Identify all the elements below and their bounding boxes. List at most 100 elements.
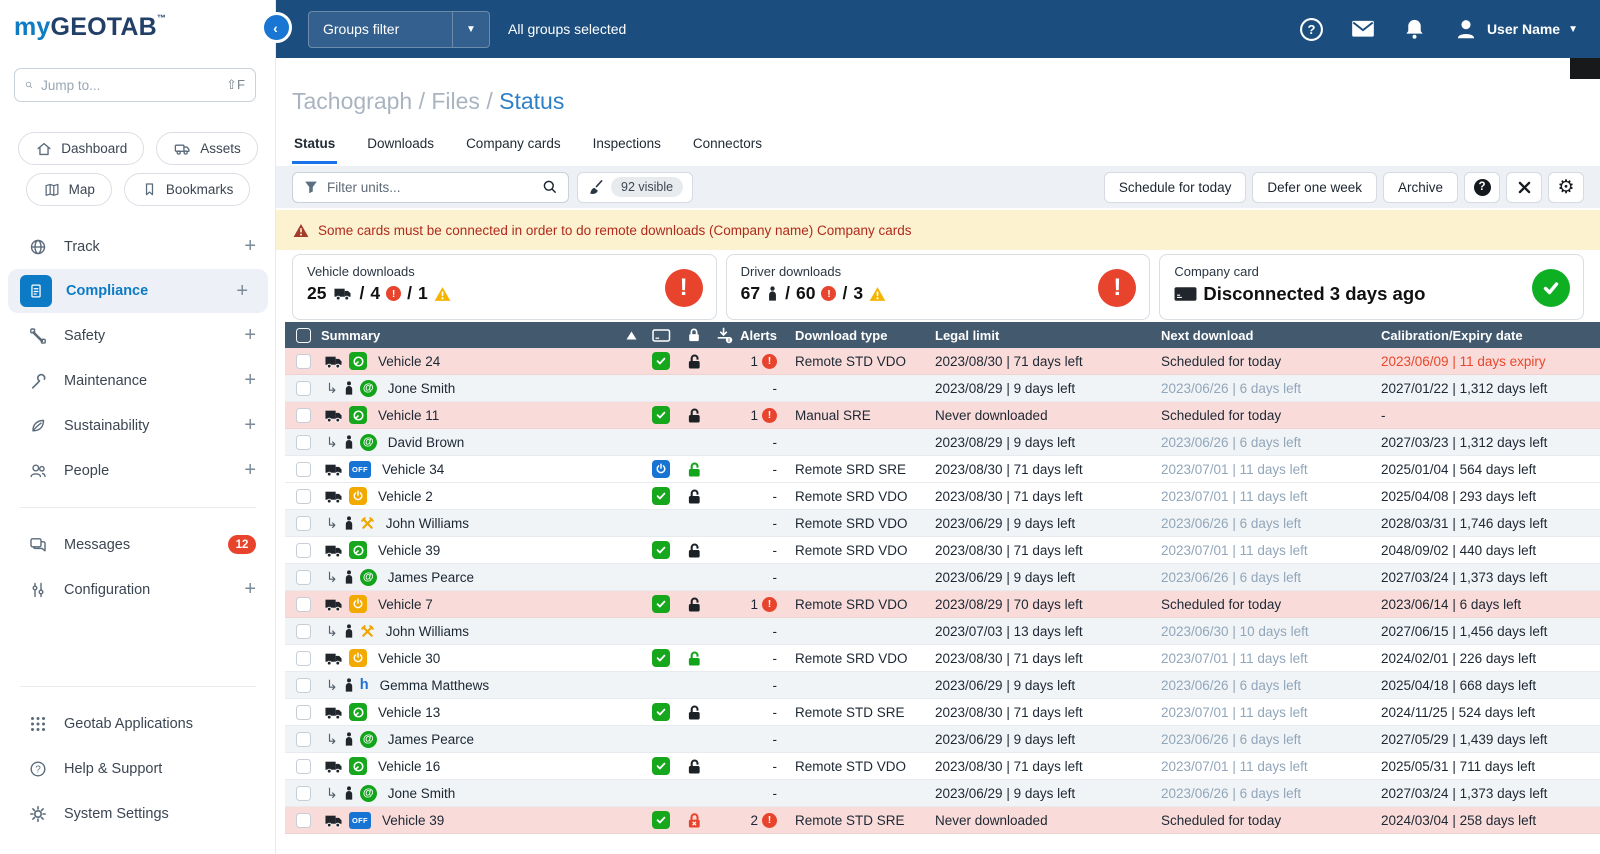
table-row[interactable]: ↳ John Williams - Remote SRD VDO 2023/06… [285, 510, 1600, 537]
tab-downloads[interactable]: Downloads [365, 132, 436, 164]
sidebar-collapse-button[interactable]: ‹ [261, 12, 292, 43]
schedule-for-today-button[interactable]: Schedule for today [1103, 171, 1247, 203]
row-checkbox[interactable] [295, 461, 311, 477]
select-all-checkbox[interactable] [295, 327, 311, 343]
tab-connectors[interactable]: Connectors [691, 132, 764, 164]
row-checkbox[interactable] [295, 677, 311, 693]
map-button[interactable]: Map [25, 173, 112, 206]
tab-company-cards[interactable]: Company cards [464, 132, 563, 164]
row-checkbox[interactable] [295, 785, 311, 801]
defer-one-week-button[interactable]: Defer one week [1252, 171, 1377, 203]
vehicle-downloads-card[interactable]: Vehicle downloads 25 / 4 ! / 1 ! [292, 254, 717, 320]
table-row[interactable]: OFF Vehicle 39 2! Remote STD SRE Never d… [285, 807, 1600, 834]
row-checkbox[interactable] [295, 569, 311, 585]
row-checkbox[interactable] [295, 758, 311, 774]
tab-inspections[interactable]: Inspections [591, 132, 663, 164]
jump-to-input[interactable] [41, 77, 219, 93]
expand-people-icon[interactable]: + [244, 459, 256, 482]
sidebar-item-configuration[interactable]: Configuration + [0, 567, 276, 612]
table-row[interactable]: ↳ @ James Pearce - 2023/06/29 | 9 days le… [285, 726, 1600, 753]
search-icon[interactable] [542, 179, 558, 195]
row-checkbox[interactable] [295, 434, 311, 450]
table-row[interactable]: ↳ @ Jone Smith - 2023/08/29 | 9 days left… [285, 375, 1600, 402]
sidebar-item-compliance[interactable]: Compliance + [8, 269, 268, 313]
sort-asc-icon[interactable] [626, 331, 637, 340]
row-checkbox[interactable] [295, 623, 311, 639]
lock-column-icon[interactable] [687, 327, 701, 343]
mygeotab-logo: myGEOTAB™ [14, 13, 166, 42]
company-card-card[interactable]: Company card Disconnected 3 days ago [1159, 254, 1585, 320]
logo-geotab: GEOTAB [50, 13, 157, 41]
sidebar-item-maintenance[interactable]: Maintenance + [0, 358, 276, 403]
assets-button[interactable]: Assets [156, 132, 258, 165]
row-checkbox[interactable] [295, 515, 311, 531]
bell-icon[interactable] [1402, 17, 1427, 42]
download-column-icon[interactable]: i [716, 327, 733, 344]
sidebar-item-messages[interactable]: Messages 12 [0, 522, 276, 567]
alerts-column-header[interactable]: Alerts [740, 328, 777, 343]
dashboard-button[interactable]: Dashboard [18, 132, 145, 165]
row-checkbox[interactable] [295, 542, 311, 558]
sidebar-item-help-support[interactable]: ? Help & Support [0, 746, 276, 791]
sidebar-item-safety[interactable]: Safety + [0, 313, 276, 358]
sidebar-item-sustainability[interactable]: Sustainability + [0, 403, 276, 448]
calibration-column-header[interactable]: Calibration/Expiry date [1381, 328, 1523, 343]
jump-to-search[interactable]: ⇧F [14, 68, 256, 102]
row-checkbox[interactable] [295, 704, 311, 720]
breadcrumb-trail[interactable]: Tachograph / Files / [292, 88, 499, 114]
table-row[interactable]: Vehicle 11 1! Manual SRE Never downloade… [285, 402, 1600, 429]
expand-compliance-icon[interactable]: + [236, 280, 248, 303]
expand-safety-icon[interactable]: + [244, 324, 256, 347]
sidebar-item-geotab-applications[interactable]: Geotab Applications [0, 701, 276, 746]
download-type-column-header[interactable]: Download type [795, 328, 887, 343]
expand-maintenance-icon[interactable]: + [244, 369, 256, 392]
next-download-column-header[interactable]: Next download [1161, 328, 1253, 343]
summary-column-header[interactable]: Summary [321, 328, 380, 343]
filter-units-input[interactable] [327, 179, 534, 195]
table-row[interactable]: ↳ @ David Brown - 2023/08/29 | 9 days lef… [285, 429, 1600, 456]
driver-downloads-card[interactable]: Driver downloads 67 / 60 ! / 3 ! [725, 254, 1151, 320]
clear-filter-button[interactable] [1506, 171, 1542, 203]
filter-units-box[interactable] [292, 171, 569, 203]
table-row[interactable]: OFF Vehicle 34 - Remote SRD SRE 2023/08/… [285, 456, 1600, 483]
tab-status[interactable]: Status [292, 132, 338, 164]
row-checkbox[interactable] [295, 380, 311, 396]
row-checkbox[interactable] [295, 353, 311, 369]
table-row[interactable]: ↳ h Gemma Matthews - 2023/06/29 | 9 days … [285, 672, 1600, 699]
row-checkbox[interactable] [295, 488, 311, 504]
help-circle-icon[interactable]: ? [1299, 17, 1324, 42]
row-checkbox[interactable] [295, 650, 311, 666]
row-checkbox[interactable] [295, 596, 311, 612]
archive-button[interactable]: Archive [1382, 171, 1458, 203]
row-checkbox[interactable] [295, 812, 311, 828]
table-row[interactable]: Vehicle 16 - Remote STD VDO 2023/08/30 |… [285, 753, 1600, 780]
expand-track-icon[interactable]: + [244, 235, 256, 258]
table-row[interactable]: Vehicle 30 - Remote SRD VDO 2023/08/30 |… [285, 645, 1600, 672]
sidebar-item-system-settings[interactable]: System Settings [0, 791, 276, 836]
table-row[interactable]: Vehicle 2 - Remote SRD VDO 2023/08/30 | … [285, 483, 1600, 510]
next-download-cell: 2023/07/01 | 11 days left [1161, 758, 1308, 774]
table-row[interactable]: Vehicle 7 1! Remote SRD VDO 2023/08/29 |… [285, 591, 1600, 618]
table-help-button[interactable]: ? [1464, 171, 1500, 203]
visible-count-button[interactable]: 92 visible [577, 171, 694, 203]
sidebar-item-people[interactable]: People + [0, 448, 276, 493]
table-row[interactable]: Vehicle 24 1! Remote STD VDO 2023/08/30 … [285, 348, 1600, 375]
card-column-icon[interactable] [651, 328, 671, 343]
table-row[interactable]: ↳ @ Jone Smith - 2023/06/29 | 9 days left… [285, 780, 1600, 807]
expand-sustainability-icon[interactable]: + [244, 414, 256, 437]
table-settings-button[interactable]: ⚙ [1548, 171, 1584, 203]
row-checkbox[interactable] [295, 731, 311, 747]
row-checkbox[interactable] [295, 407, 311, 423]
table-row[interactable]: ↳ John Williams - 2023/07/03 | 13 days l… [285, 618, 1600, 645]
sidebar-item-track[interactable]: Track + [0, 224, 276, 269]
bookmarks-button[interactable]: Bookmarks [123, 173, 251, 206]
mail-icon[interactable] [1350, 16, 1376, 42]
legal-limit-column-header[interactable]: Legal limit [935, 328, 999, 343]
user-menu[interactable]: User Name ▼ [1453, 16, 1578, 42]
groups-filter-button[interactable]: Groups filter ▼ [308, 10, 490, 48]
expand-configuration-icon[interactable]: + [244, 578, 256, 601]
table-row[interactable]: Vehicle 39 - Remote SRD VDO 2023/08/30 |… [285, 537, 1600, 564]
table-row[interactable]: Vehicle 13 - Remote STD SRE 2023/08/30 |… [285, 699, 1600, 726]
scrollbar-thumb[interactable] [1570, 58, 1600, 79]
table-row[interactable]: ↳ @ James Pearce - 2023/06/29 | 9 days le… [285, 564, 1600, 591]
